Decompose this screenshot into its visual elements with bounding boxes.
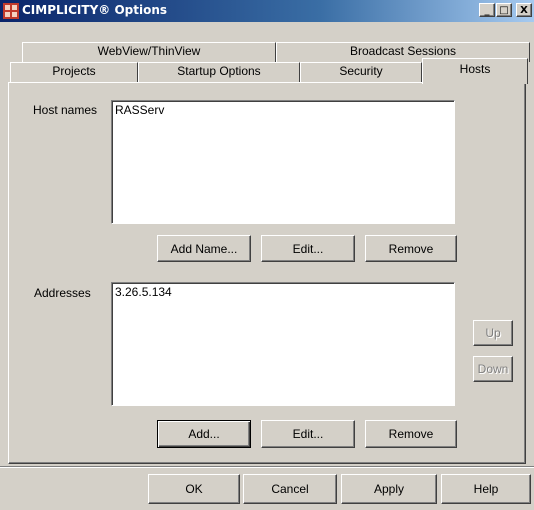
tab-hosts[interactable]: Hosts: [422, 58, 528, 84]
edit-name-button[interactable]: Edit...: [261, 235, 355, 262]
remove-address-button[interactable]: Remove: [365, 420, 457, 448]
minimize-button[interactable]: _: [479, 3, 495, 17]
apply-button[interactable]: Apply: [341, 474, 437, 504]
tab-startup-options[interactable]: Startup Options: [138, 62, 300, 82]
add-name-button[interactable]: Add Name...: [157, 235, 251, 262]
edit-address-button[interactable]: Edit...: [261, 420, 355, 448]
addresses-list[interactable]: 3.26.5.134: [111, 282, 455, 406]
help-button[interactable]: Help: [441, 474, 531, 504]
maximize-button[interactable]: □: [496, 3, 512, 17]
down-button[interactable]: Down: [473, 356, 513, 382]
cancel-button[interactable]: Cancel: [243, 474, 337, 504]
tab-projects[interactable]: Projects: [10, 62, 138, 82]
window-title: CIMPLICITY® Options: [22, 3, 168, 17]
footer-divider: [0, 466, 534, 468]
host-names-list[interactable]: RASServ: [111, 100, 455, 224]
close-button[interactable]: X: [516, 3, 532, 17]
ok-button[interactable]: OK: [148, 474, 240, 504]
cimplicity-app-icon[interactable]: [3, 3, 19, 19]
add-address-button[interactable]: Add...: [157, 420, 251, 448]
up-button[interactable]: Up: [473, 320, 513, 346]
host-names-label: Host names: [33, 103, 98, 117]
addresses-label: Addresses: [34, 286, 91, 300]
tab-webview-thinview[interactable]: WebView/ThinView: [22, 42, 276, 62]
host-name-item[interactable]: RASServ: [115, 103, 451, 117]
address-item[interactable]: 3.26.5.134: [115, 285, 451, 299]
remove-name-button[interactable]: Remove: [365, 235, 457, 262]
tab-security[interactable]: Security: [300, 62, 422, 82]
